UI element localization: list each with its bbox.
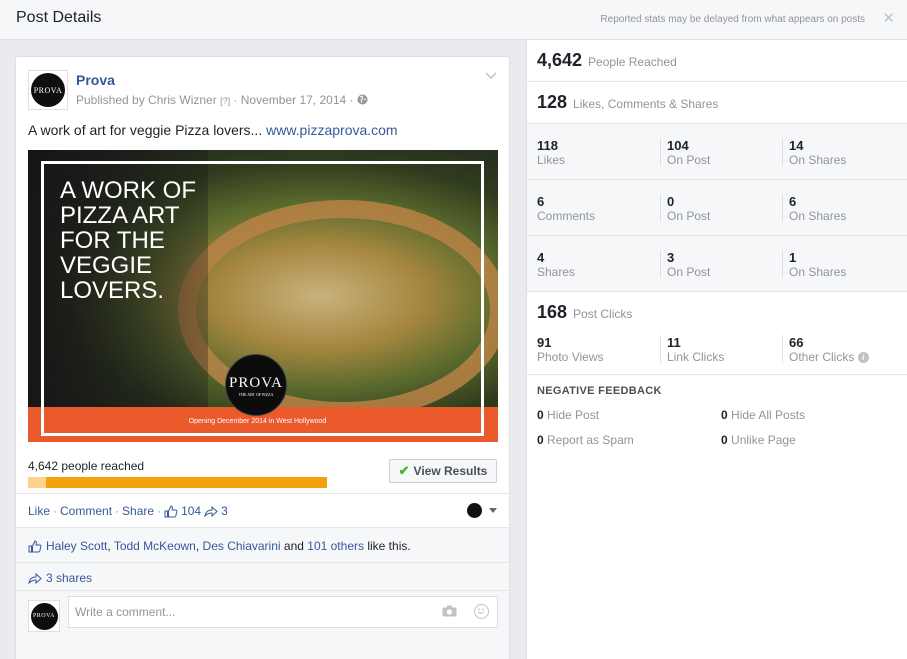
stat-cell: 91 Photo Views: [537, 335, 604, 364]
neg-hide-all-posts: 0 Hide All Posts: [721, 408, 806, 422]
view-results-label: View Results: [413, 464, 488, 478]
actor-avatar: [467, 503, 482, 518]
ufi-section: Haley Scott, Todd McKeown, Des Chiavarin…: [16, 528, 509, 659]
share-count[interactable]: 3: [221, 504, 228, 518]
prova-logo: PROVA: [30, 602, 58, 630]
stat-cell: 4 Shares: [537, 250, 576, 279]
help-mark[interactable]: [?]: [220, 96, 230, 106]
others-link[interactable]: 101 others: [307, 539, 364, 553]
globe-icon: [357, 94, 368, 105]
engagement-row: 128 Likes, Comments & Shares: [527, 82, 907, 124]
clicks-label: Post Clicks: [573, 307, 633, 321]
and-text: and: [283, 539, 304, 553]
likes-breakdown-row: 118 Likes 104 On Post 14 On Shares: [527, 124, 907, 180]
like-link[interactable]: Like: [28, 504, 50, 518]
neg-unlike-page: 0 Unlike Page: [721, 433, 796, 447]
image-logo-text: PROVA: [229, 375, 283, 391]
reached-row: 4,642 People Reached: [527, 40, 907, 82]
liker-link[interactable]: Todd McKeown: [114, 539, 196, 553]
stat-cell: 66 Other Clicks i: [782, 335, 869, 364]
stats-panel: 4,642 People Reached 128 Likes, Comments…: [526, 40, 907, 659]
divider: [16, 493, 509, 494]
reached-label: People Reached: [588, 55, 677, 69]
liker-link[interactable]: Haley Scott: [46, 539, 107, 553]
emoji-icon[interactable]: [474, 604, 489, 619]
post-actions: Like · Comment · Share · 104 3: [28, 504, 228, 518]
post-message-text: A work of art for veggie Pizza lovers...: [28, 122, 263, 138]
stat-cell: 6 On Shares: [782, 194, 846, 223]
post-image[interactable]: A WORK OF PIZZA ART FOR THE VEGGIE LOVER…: [28, 150, 498, 442]
neg-report-spam: 0 Report as Spam: [537, 433, 634, 447]
delay-note: Reported stats may be delayed from what …: [600, 14, 865, 25]
reached-text: 4,642 people reached: [28, 459, 145, 473]
stat-cell: 3 On Post: [660, 250, 710, 279]
stat-cell: 6 Comments: [537, 194, 596, 223]
reach-bar: [28, 477, 327, 488]
post-card: PROVA Prova Published by Chris Wizner [?…: [15, 56, 510, 659]
reached-number: 4,642: [537, 50, 583, 70]
comments-breakdown-row: 6 Comments 0 On Post 6 On Shares: [527, 180, 907, 236]
page-avatar[interactable]: PROVA: [28, 70, 68, 110]
neg-hide-post: 0 Hide Post: [537, 408, 600, 422]
image-logo: PROVA THE ART OF PIZZA: [225, 354, 287, 416]
stat-cell: 118 Likes: [537, 138, 566, 167]
stat-cell: 1 On Shares: [782, 250, 846, 279]
image-logo-subtext: THE ART OF PIZZA: [238, 392, 274, 397]
image-tagline: Opening December 2014 in West Hollywood: [188, 418, 327, 425]
comment-input[interactable]: [75, 598, 435, 626]
share-icon: [204, 505, 218, 517]
engagement-number: 128: [537, 92, 568, 112]
reach-bar-paid: [28, 477, 46, 488]
divider: [16, 590, 509, 591]
check-icon: ✔: [398, 463, 410, 478]
likers-line: Haley Scott, Todd McKeown, Des Chiavarin…: [28, 539, 411, 553]
comment-link[interactable]: Comment: [60, 504, 112, 518]
page-name-link[interactable]: Prova: [76, 72, 115, 88]
publisher-text: Published by Chris Wizner: [76, 93, 217, 107]
post-column: PROVA Prova Published by Chris Wizner [?…: [0, 40, 525, 659]
share-link[interactable]: Share: [122, 504, 154, 518]
post-meta: Published by Chris Wizner [?] · November…: [76, 93, 368, 107]
share-icon: [28, 572, 42, 584]
like-count[interactable]: 104: [181, 504, 201, 518]
dialog-title: Post Details: [16, 9, 102, 26]
engagement-label: Likes, Comments & Shares: [573, 97, 719, 111]
shares-line[interactable]: 3 shares: [28, 571, 92, 585]
post-url-link[interactable]: www.pizzaprova.com: [266, 122, 398, 138]
like-this-text: like this.: [367, 539, 411, 553]
shares-breakdown-row: 4 Shares 3 On Post 1 On Shares: [527, 236, 907, 292]
caret-down-icon: [489, 508, 497, 513]
commenter-avatar: PROVA: [28, 600, 60, 632]
info-icon[interactable]: i: [857, 352, 869, 364]
view-results-button[interactable]: ✔ View Results: [389, 459, 497, 483]
clicks-row: 168 Post Clicks 91 Photo Views 11 Link Cli…: [527, 292, 907, 375]
stat-cell: 0 On Post: [660, 194, 710, 223]
post-message: A work of art for veggie Pizza lovers...…: [28, 122, 398, 138]
negative-feedback-title: NEGATIVE FEEDBACK: [537, 385, 662, 397]
thumbs-up-icon: [28, 539, 42, 552]
divider: [16, 562, 509, 563]
liker-link[interactable]: Des Chiavarini: [203, 539, 281, 553]
dialog-header: Post Details Reported stats may be delay…: [0, 0, 907, 40]
thumbs-up-icon: [164, 504, 178, 517]
comment-box: [68, 596, 498, 628]
chevron-down-icon[interactable]: [485, 69, 497, 83]
clicks-number: 168: [537, 302, 568, 322]
prova-logo: PROVA: [31, 73, 65, 107]
stat-cell: 11 Link Clicks: [660, 335, 724, 364]
camera-icon[interactable]: [442, 605, 457, 617]
close-icon[interactable]: ✕: [882, 9, 895, 27]
post-date-link[interactable]: November 17, 2014: [241, 93, 346, 107]
stat-cell: 104 On Post: [660, 138, 710, 167]
stat-cell: 14 On Shares: [782, 138, 846, 167]
image-headline: A WORK OF PIZZA ART FOR THE VEGGIE LOVER…: [60, 177, 197, 304]
shares-count-link[interactable]: 3 shares: [46, 571, 92, 585]
actor-selector[interactable]: [467, 503, 497, 518]
